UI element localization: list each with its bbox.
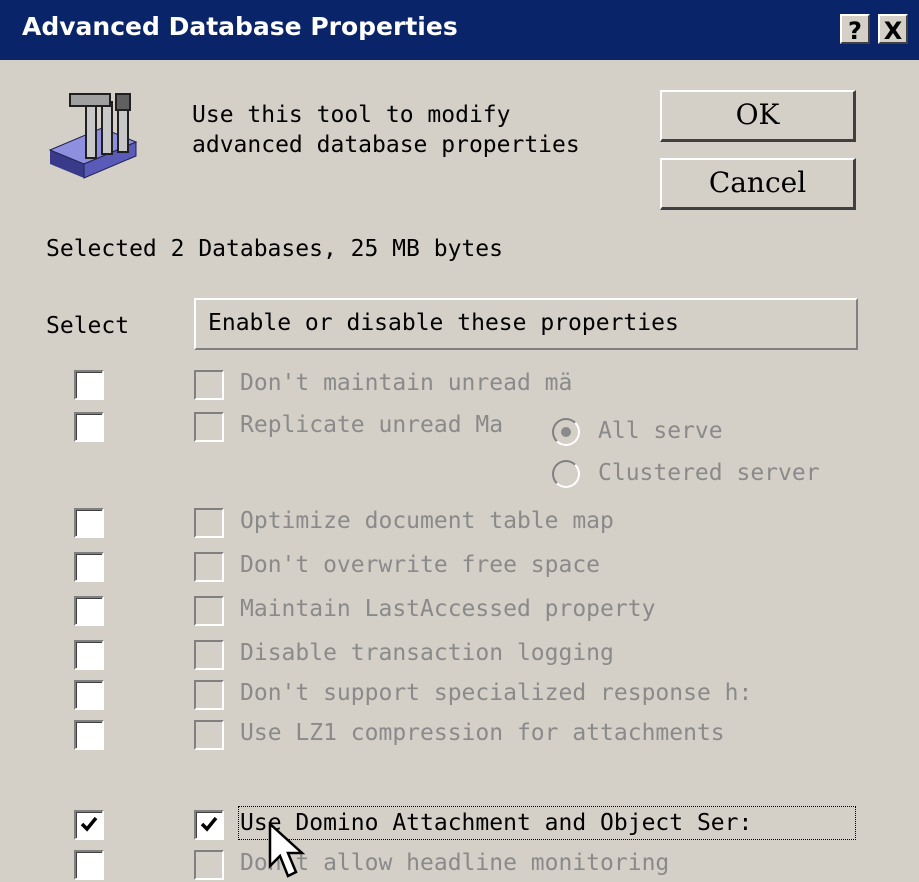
property-label: Don't maintain unread mä bbox=[240, 370, 573, 396]
mouse-pointer-icon bbox=[268, 822, 306, 878]
property-checkbox[interactable] bbox=[194, 412, 224, 442]
select-checkbox[interactable] bbox=[74, 850, 104, 880]
select-checkbox[interactable] bbox=[74, 596, 104, 626]
property-row: Use Domino Attachment and Object Ser: bbox=[0, 806, 919, 842]
database-tools-icon bbox=[48, 93, 138, 179]
property-label: Optimize document table map bbox=[240, 508, 614, 534]
property-row: Use LZ1 compression for attachments bbox=[0, 716, 919, 752]
property-row: Don't maintain unread mä bbox=[0, 366, 919, 402]
select-checkbox[interactable] bbox=[74, 640, 104, 670]
checkmark-icon bbox=[80, 816, 98, 832]
property-label: Disable transaction logging bbox=[240, 640, 614, 666]
select-checkbox[interactable] bbox=[74, 680, 104, 710]
all-servers-label: All serve bbox=[598, 418, 723, 444]
property-row: Don't overwrite free space bbox=[0, 548, 919, 584]
property-row: Don't allow headline monitoring bbox=[0, 846, 919, 882]
property-checkbox[interactable] bbox=[194, 370, 224, 400]
property-label-focused: Use Domino Attachment and Object Ser: bbox=[238, 806, 856, 840]
description-line-2: advanced database properties bbox=[192, 132, 580, 158]
property-checkbox[interactable] bbox=[194, 552, 224, 582]
close-button[interactable]: X bbox=[878, 14, 908, 45]
description-line-1: Use this tool to modify bbox=[192, 102, 511, 128]
property-row: Maintain LastAccessed property bbox=[0, 592, 919, 628]
checkmark-icon bbox=[200, 816, 218, 832]
property-checkbox-checked[interactable] bbox=[194, 810, 224, 840]
property-checkbox[interactable] bbox=[194, 850, 224, 880]
cancel-button[interactable]: Cancel bbox=[660, 158, 856, 210]
property-label: Replicate unread Ma bbox=[240, 412, 504, 438]
property-checkbox[interactable] bbox=[194, 508, 224, 538]
property-label: Maintain LastAccessed property bbox=[240, 596, 656, 622]
selection-summary: Selected 2 Databases, 25 MB bytes bbox=[46, 236, 503, 262]
select-checkbox[interactable] bbox=[74, 508, 104, 538]
ok-button[interactable]: OK bbox=[660, 90, 856, 142]
select-checkbox-checked[interactable] bbox=[74, 810, 104, 840]
help-button[interactable]: ? bbox=[840, 14, 870, 45]
property-row: Disable transaction logging bbox=[0, 636, 919, 672]
property-checkbox[interactable] bbox=[194, 640, 224, 670]
window-title: Advanced Database Properties bbox=[22, 12, 458, 41]
property-row: Replicate unread Ma bbox=[0, 408, 919, 444]
property-label: Don't overwrite free space bbox=[240, 552, 601, 578]
property-checkbox[interactable] bbox=[194, 720, 224, 750]
select-column-header: Select bbox=[46, 313, 130, 339]
property-checkbox[interactable] bbox=[194, 680, 224, 710]
select-checkbox[interactable] bbox=[74, 412, 104, 442]
property-row: Optimize document table map bbox=[0, 504, 919, 540]
select-checkbox[interactable] bbox=[74, 552, 104, 582]
all-servers-radio[interactable] bbox=[552, 418, 580, 446]
property-row: Don't support specialized response h: bbox=[0, 676, 919, 712]
properties-column-header: Enable or disable these properties bbox=[194, 298, 858, 350]
select-checkbox[interactable] bbox=[74, 370, 104, 400]
clustered-server-label: Clustered server bbox=[598, 460, 820, 486]
title-bar: Advanced Database Properties ? X bbox=[0, 0, 919, 60]
property-label: Don't support specialized response h: bbox=[240, 680, 753, 706]
tool-description: Use this tool to modify advanced databas… bbox=[192, 100, 652, 160]
select-checkbox[interactable] bbox=[74, 720, 104, 750]
clustered-server-radio[interactable] bbox=[552, 460, 580, 488]
property-checkbox[interactable] bbox=[194, 596, 224, 626]
property-label: Use LZ1 compression for attachments bbox=[240, 720, 725, 746]
